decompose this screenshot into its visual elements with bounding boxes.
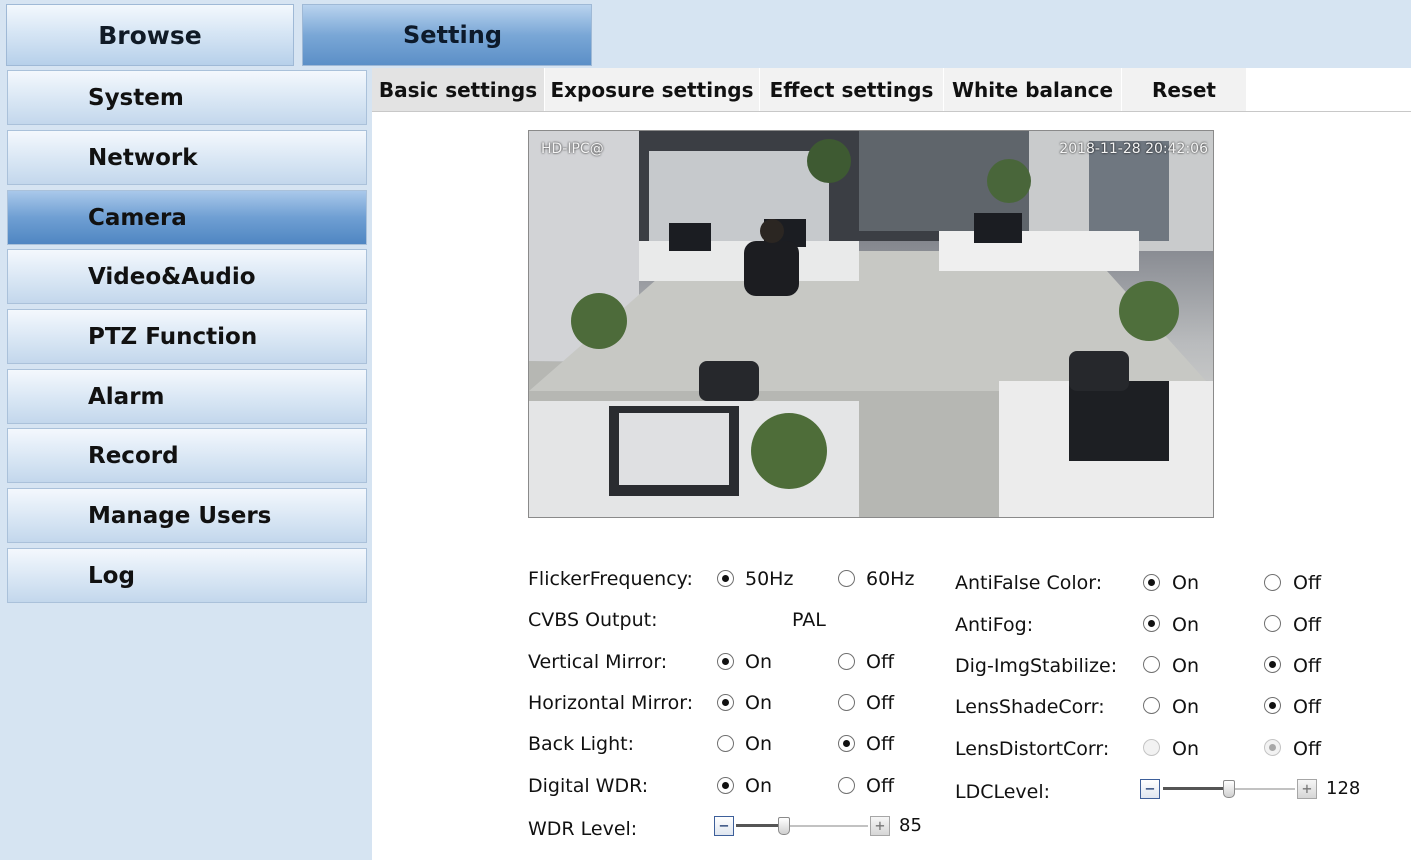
sidebar: System Network Camera Video&Audio PTZ Fu… xyxy=(0,68,372,860)
back-light-off-radio[interactable] xyxy=(838,735,855,752)
flicker-60hz-label: 60Hz xyxy=(866,568,915,590)
dig-img-stabilize-off-label: Off xyxy=(1293,655,1322,677)
horizontal-mirror-off-radio[interactable] xyxy=(838,694,855,711)
antifog-on-radio[interactable] xyxy=(1143,615,1160,632)
sidebar-item-record[interactable]: Record xyxy=(7,428,367,483)
vertical-mirror-on-label: On xyxy=(745,651,772,673)
top-bar: Browse Setting xyxy=(0,0,1411,68)
tab-browse[interactable]: Browse xyxy=(6,4,294,66)
sub-tabs: Basic settings Exposure settings Effect … xyxy=(372,68,1411,112)
vertical-mirror-off-radio[interactable] xyxy=(838,653,855,670)
cvbs-output-label: CVBS Output: xyxy=(528,609,658,631)
sidebar-item-network[interactable]: Network xyxy=(7,130,367,185)
antifalse-color-off-label: Off xyxy=(1293,572,1322,594)
antifalse-color-off-radio[interactable] xyxy=(1264,574,1281,591)
antifog-on-label: On xyxy=(1172,614,1199,636)
tab-setting[interactable]: Setting xyxy=(302,4,592,66)
antifog-off-radio[interactable] xyxy=(1264,615,1281,632)
digital-wdr-off-radio[interactable] xyxy=(838,777,855,794)
ldc-level-decrease-button[interactable]: − xyxy=(1140,779,1160,799)
wdr-level-label: WDR Level: xyxy=(528,818,638,840)
digital-wdr-on-label: On xyxy=(745,775,772,797)
vertical-mirror-off-label: Off xyxy=(866,651,895,673)
vertical-mirror-on-radio[interactable] xyxy=(717,653,734,670)
horizontal-mirror-on-radio[interactable] xyxy=(717,694,734,711)
lens-shade-corr-off-label: Off xyxy=(1293,696,1322,718)
antifog-off-label: Off xyxy=(1293,614,1322,636)
osd-camera-name: HD-IPC@ xyxy=(541,141,604,157)
back-light-label: Back Light: xyxy=(528,733,634,755)
wdr-level-decrease-button[interactable]: − xyxy=(714,816,734,836)
ldc-slider-fill xyxy=(1163,787,1229,790)
antifalse-color-on-radio[interactable] xyxy=(1143,574,1160,591)
antifog-label: AntiFog: xyxy=(955,614,1034,636)
dig-img-stabilize-on-label: On xyxy=(1172,655,1199,677)
ldc-level-value: 128 xyxy=(1326,778,1361,799)
digital-wdr-on-radio[interactable] xyxy=(717,777,734,794)
sidebar-item-system[interactable]: System xyxy=(7,70,367,125)
ldc-slider-thumb[interactable] xyxy=(1223,780,1235,798)
vertical-mirror-label: Vertical Mirror: xyxy=(528,651,668,673)
wdr-level-slider[interactable] xyxy=(736,817,868,835)
tab-white-balance[interactable]: White balance xyxy=(944,68,1121,111)
antifalse-color-on-label: On xyxy=(1172,572,1199,594)
sidebar-item-ptz-function[interactable]: PTZ Function xyxy=(7,309,367,364)
wdr-level-value: 85 xyxy=(899,815,922,836)
sidebar-item-camera[interactable]: Camera xyxy=(7,190,367,245)
lens-distort-corr-on-label: On xyxy=(1172,738,1199,760)
lens-distort-corr-on-radio xyxy=(1143,739,1160,756)
horizontal-mirror-on-label: On xyxy=(745,692,772,714)
tab-basic-settings[interactable]: Basic settings xyxy=(372,68,544,111)
dig-img-stabilize-on-radio[interactable] xyxy=(1143,656,1160,673)
digital-wdr-label: Digital WDR: xyxy=(528,775,649,797)
lens-distort-corr-off-label: Off xyxy=(1293,738,1322,760)
horizontal-mirror-label: Horizontal Mirror: xyxy=(528,692,694,714)
sidebar-item-alarm[interactable]: Alarm xyxy=(7,369,367,424)
wdr-slider-thumb[interactable] xyxy=(778,817,790,835)
lens-shade-corr-on-label: On xyxy=(1172,696,1199,718)
lens-shade-corr-off-radio[interactable] xyxy=(1264,697,1281,714)
lens-shade-corr-label: LensShadeCorr: xyxy=(955,696,1105,718)
flicker-50hz-radio[interactable] xyxy=(717,570,734,587)
lens-distort-corr-off-radio xyxy=(1264,739,1281,756)
sidebar-item-manage-users[interactable]: Manage Users xyxy=(7,488,367,543)
video-preview: HD-IPC@ 2018-11-28 20:42:06 xyxy=(528,130,1214,518)
tab-exposure-settings[interactable]: Exposure settings xyxy=(545,68,759,111)
tab-reset[interactable]: Reset xyxy=(1122,68,1246,111)
dig-img-stabilize-off-radio[interactable] xyxy=(1264,656,1281,673)
ldc-level-label: LDCLevel: xyxy=(955,781,1051,803)
cvbs-output-value: PAL xyxy=(792,609,826,631)
back-light-on-label: On xyxy=(745,733,772,755)
horizontal-mirror-off-label: Off xyxy=(866,692,895,714)
antifalse-color-label: AntiFalse Color: xyxy=(955,572,1103,594)
ldc-level-slider[interactable] xyxy=(1163,780,1295,798)
wdr-slider-fill xyxy=(736,824,784,827)
wdr-level-increase-button[interactable]: + xyxy=(870,816,890,836)
tab-effect-settings[interactable]: Effect settings xyxy=(760,68,943,111)
flicker-frequency-label: FlickerFrequency: xyxy=(528,568,693,590)
flicker-50hz-label: 50Hz xyxy=(745,568,794,590)
digital-wdr-off-label: Off xyxy=(866,775,895,797)
office-scene-image xyxy=(529,131,1213,517)
ldc-level-increase-button[interactable]: + xyxy=(1297,779,1317,799)
osd-timestamp: 2018-11-28 20:42:06 xyxy=(1059,141,1208,157)
back-light-on-radio[interactable] xyxy=(717,735,734,752)
back-light-off-label: Off xyxy=(866,733,895,755)
flicker-60hz-radio[interactable] xyxy=(838,570,855,587)
sidebar-item-video-audio[interactable]: Video&Audio xyxy=(7,249,367,304)
lens-shade-corr-on-radio[interactable] xyxy=(1143,697,1160,714)
sidebar-item-log[interactable]: Log xyxy=(7,548,367,603)
dig-img-stabilize-label: Dig-ImgStabilize: xyxy=(955,655,1118,677)
lens-distort-corr-label: LensDistortCorr: xyxy=(955,738,1110,760)
